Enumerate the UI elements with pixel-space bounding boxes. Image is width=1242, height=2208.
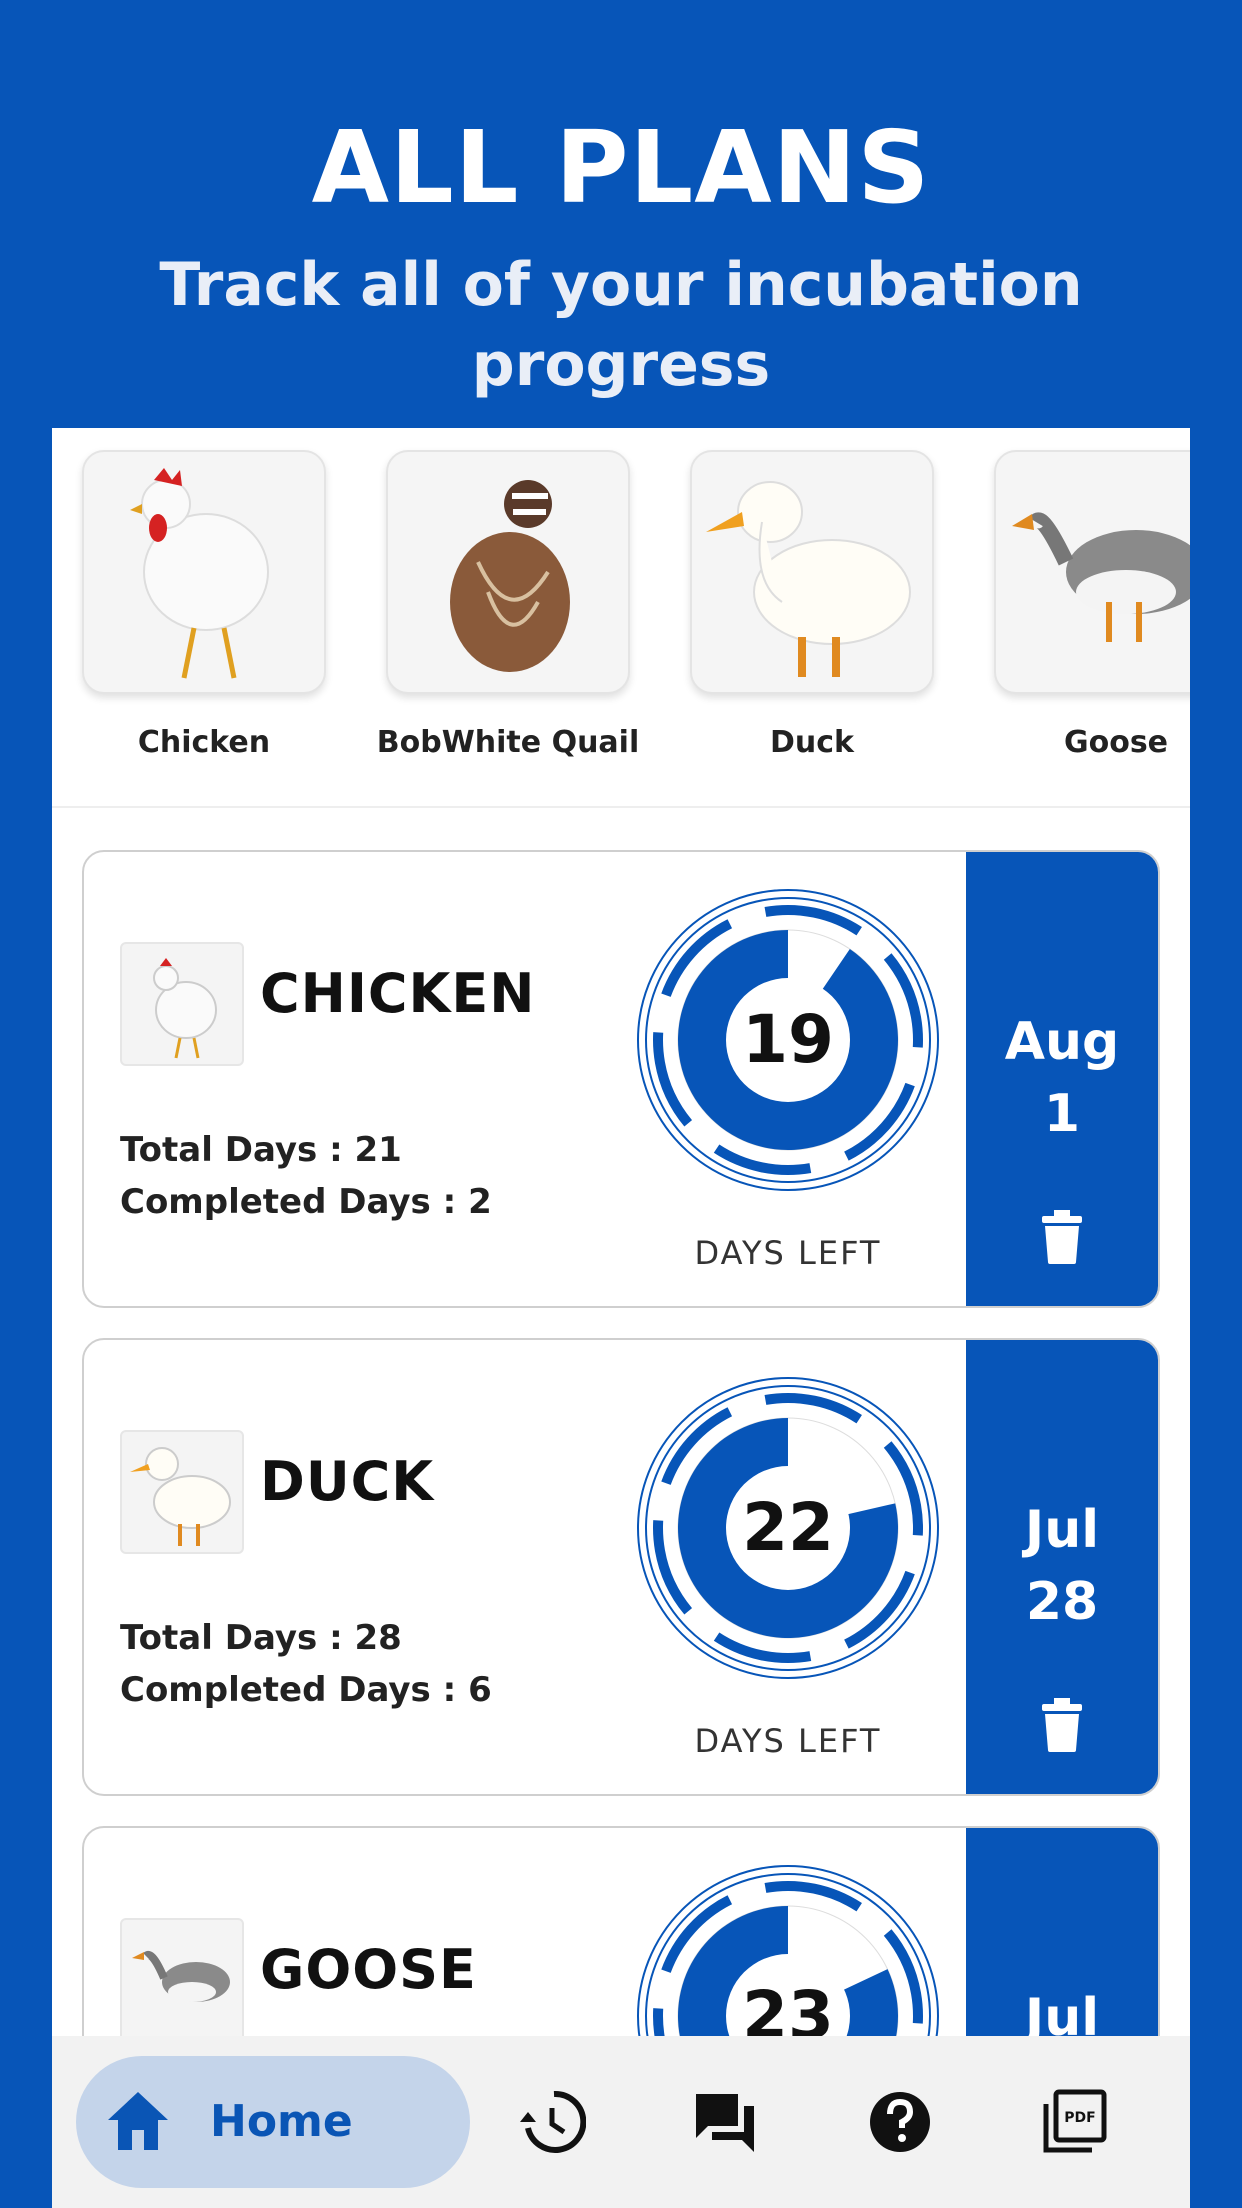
progress-ring: 19 [636, 888, 940, 1192]
nav-home-button[interactable]: Home [76, 2056, 470, 2188]
duck-image [690, 450, 934, 694]
duck-thumb-image [120, 1430, 244, 1554]
plan-card-duck[interactable]: DUCK Total Days : 28 Completed Days : 6 … [82, 1338, 1160, 1796]
completed-days: Completed Days : 6 [120, 1670, 492, 1710]
date-month: Aug [1004, 1012, 1120, 1072]
species-label: Duck [770, 725, 854, 760]
date-column: Jul 28 [966, 1340, 1158, 1794]
date-day: 28 [1025, 1572, 1099, 1632]
plans-panel: Chicken BobWhite Quail Duck Goose CHICKE… [52, 428, 1190, 2208]
days-left-label: DAYS LEFT [694, 1234, 882, 1272]
help-icon[interactable] [866, 2088, 934, 2156]
pdf-icon[interactable]: PDF [1040, 2088, 1108, 2156]
species-item-duck[interactable]: Duck [690, 450, 934, 760]
date-column: Aug 1 [966, 852, 1158, 1306]
species-carousel[interactable]: Chicken BobWhite Quail Duck Goose [52, 428, 1190, 808]
total-days: Total Days : 28 [120, 1618, 402, 1658]
date-day: 1 [1043, 1084, 1081, 1144]
species-item-goose[interactable]: Goose [994, 450, 1190, 760]
progress-ring: 22 [636, 1376, 940, 1680]
page-subtitle: Track all of your incubation progress [159, 250, 1083, 400]
trash-icon[interactable] [1040, 1210, 1084, 1264]
completed-days: Completed Days : 2 [120, 1182, 492, 1222]
bottom-navigation: Home PDF [52, 2036, 1190, 2208]
goose-thumb-image [120, 1918, 244, 2042]
days-left-number: 22 [742, 1489, 834, 1566]
trash-icon[interactable] [1040, 1698, 1084, 1752]
species-label: BobWhite Quail [376, 725, 640, 760]
days-left-label: DAYS LEFT [694, 1722, 882, 1760]
species-label: Goose [1063, 725, 1169, 760]
chicken-image [82, 450, 326, 694]
days-left-number: 19 [742, 1001, 834, 1078]
goose-image [994, 450, 1190, 694]
page-title: ALL PLANS [311, 109, 931, 226]
total-days: Total Days : 21 [120, 1130, 402, 1170]
plan-card-chicken[interactable]: CHICKEN Total Days : 21 Completed Days :… [82, 850, 1160, 1308]
plan-title: DUCK [260, 1450, 435, 1513]
svg-text:PDF: PDF [1064, 2110, 1095, 2126]
home-icon [108, 2092, 168, 2150]
plan-title: GOOSE [260, 1938, 477, 2001]
chat-icon[interactable] [692, 2088, 760, 2156]
species-item-quail[interactable]: BobWhite Quail [377, 450, 639, 760]
quail-image [386, 450, 630, 694]
plan-title: CHICKEN [260, 962, 536, 1025]
date-month: Jul [1024, 1500, 1100, 1560]
species-item-chicken[interactable]: Chicken [82, 450, 326, 760]
species-label: Chicken [137, 725, 271, 760]
history-icon[interactable] [518, 2088, 586, 2156]
chicken-thumb-image [120, 942, 244, 1066]
home-label: Home [210, 2096, 353, 2147]
